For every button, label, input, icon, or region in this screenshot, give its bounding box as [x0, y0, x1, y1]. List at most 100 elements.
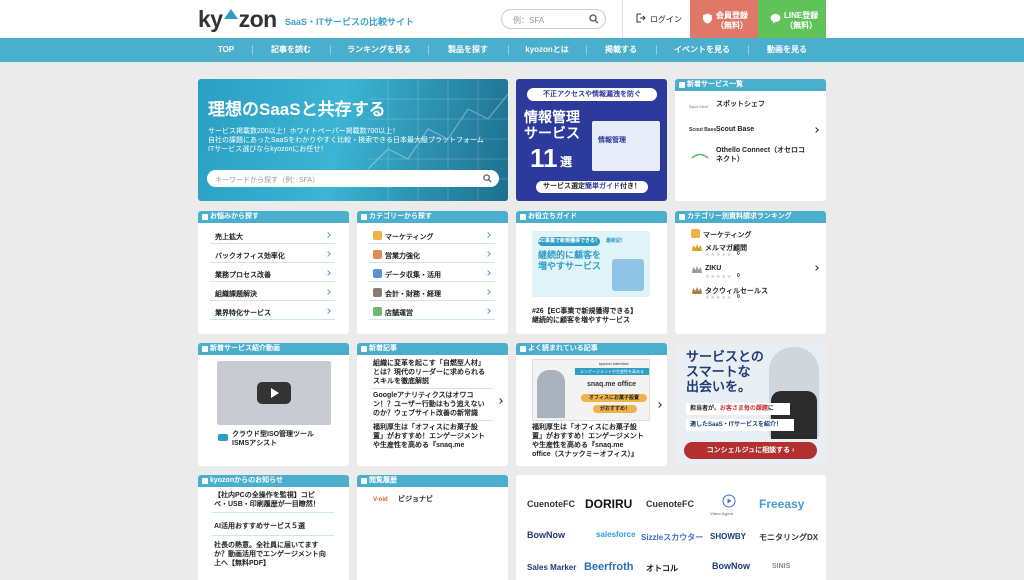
service-name[interactable]: Othello Connect（オセロコ ネクト）: [716, 146, 805, 164]
login-button[interactable]: ログイン: [622, 0, 690, 38]
popular-caption[interactable]: 福利厚生は「オフィスにお菓子設 置」がおすすめ！エンゲージメント や生産性を高め…: [532, 423, 644, 459]
security-ad-banner[interactable]: 不正アクセスや情報漏洩を防ぐ 情報管理 サービス 11 選 情報管理 サービス選定…: [516, 79, 667, 201]
search-placeholder: 例：SFA: [513, 16, 545, 25]
nav-about[interactable]: kyozonとは: [508, 38, 586, 62]
rating-stars: ★★★★★: [705, 252, 733, 258]
silver-crown-icon: [692, 266, 702, 273]
news-item[interactable]: 福利厚生は「オフィスにお菓子設 置」がおすすめ！エンゲージメント や生産性を高め…: [373, 423, 485, 450]
service-name[interactable]: スポットシェフ: [716, 100, 765, 109]
nav-articles[interactable]: 記事を読む: [252, 38, 330, 62]
worry-item[interactable]: 組織課題解決: [215, 289, 257, 299]
partner-logo[interactable]: オトコル: [646, 563, 678, 574]
history-card: 閲覧履歴 V-old ビジョナビ: [357, 475, 508, 580]
partner-logo[interactable]: Video Agent: [710, 511, 733, 516]
worry-item[interactable]: 売上拡大: [215, 232, 243, 242]
history-item[interactable]: ビジョナビ: [398, 495, 433, 504]
rating-stars: ★★★★★: [705, 295, 733, 301]
worry-item[interactable]: バックオフィス効率化: [215, 251, 285, 261]
category-item[interactable]: 営業力強化: [385, 251, 420, 261]
chevron-right-icon[interactable]: [485, 308, 491, 314]
hero-search-input[interactable]: キーワードから探す（例：SFA）: [207, 170, 499, 187]
register-button[interactable]: 会員登録 （無料）: [690, 0, 758, 38]
partner-logo[interactable]: BowNow: [712, 561, 750, 571]
service-logo: Spot Chef: [689, 104, 708, 109]
line-register-button[interactable]: LINE登録 （無料）: [758, 0, 826, 38]
partner-logo[interactable]: salesforce: [596, 530, 636, 539]
chevron-right-icon[interactable]: [656, 402, 662, 408]
store-icon: [373, 307, 382, 316]
partner-logo[interactable]: モニタリングDX: [759, 532, 818, 543]
calculator-icon: [373, 288, 382, 297]
worry-item[interactable]: 業界特化サービス: [215, 308, 271, 318]
partner-logo[interactable]: SINIS: [772, 563, 790, 570]
site-tagline: SaaS・ITサービスの比較サイト: [285, 17, 415, 27]
concierge-ad-banner[interactable]: サービスとの スマートな 出会いを。 担当者が、お客さま毎の課題に 適したSaaS・…: [675, 343, 826, 466]
gold-crown-icon: [692, 244, 702, 251]
header-search-input[interactable]: 例：SFA: [501, 9, 606, 29]
chevron-right-icon[interactable]: [325, 251, 331, 257]
news-item[interactable]: 組織に変革を起こす「自燃型人材」 とは？現代のリーダーに求められる スキルを徹底…: [373, 359, 485, 386]
nav-listing[interactable]: 掲載する: [586, 38, 656, 62]
guide-thumbnail[interactable]: EC事業で新規獲得できる！ 最新記! 継続的に顧客を 増やすサービス: [532, 231, 650, 297]
category-item[interactable]: マーケティング: [385, 232, 433, 242]
notice-item[interactable]: 社長の熱意。全社員に届いてます か？動画活用でエンゲージメント向 上へ【無料PD…: [214, 541, 326, 568]
nav-videos[interactable]: 動画を見る: [748, 38, 826, 62]
nav-events[interactable]: イベントを見る: [656, 38, 748, 62]
service-name[interactable]: Scout Base: [716, 125, 754, 134]
partner-logo[interactable]: BowNow: [527, 530, 565, 540]
category-item[interactable]: 店舗運営: [385, 308, 413, 318]
worry-item[interactable]: 業務プロセス改善: [215, 270, 271, 280]
guide-mockup-image: 情報管理: [592, 121, 660, 171]
chevron-right-icon[interactable]: [325, 232, 331, 238]
popular-thumbnail[interactable]: kyozon interview エンゲージメントや生産性を高める snaq.m…: [532, 359, 650, 421]
chevron-right-icon[interactable]: [485, 251, 491, 257]
partner-logo[interactable]: Freeasy: [759, 497, 804, 511]
shield-icon: [703, 13, 712, 24]
news-item[interactable]: Googleアナリティクスはオワコ ン！？ユーザー行動はもう追えない のか？ウェ…: [373, 391, 485, 418]
kyozon-logo[interactable]: ky zon: [198, 6, 277, 33]
chevron-right-icon[interactable]: [485, 232, 491, 238]
search-icon[interactable]: [589, 14, 599, 24]
ranking-item[interactable]: ZIKU: [705, 265, 721, 272]
partner-logo[interactable]: Sales Marker: [527, 563, 576, 572]
history-logo: V-old: [373, 497, 388, 503]
partner-logo[interactable]: CuenoteFC: [527, 499, 575, 509]
play-circle-icon: [722, 494, 736, 508]
site-header: ky zon SaaS・ITサービスの比較サイト 例：SFA ログイン 会員登録 …: [0, 0, 1024, 38]
notice-item[interactable]: AI活用おすすめサービス５選: [214, 522, 305, 531]
nav-top[interactable]: TOP: [200, 38, 252, 62]
chevron-right-icon[interactable]: [485, 270, 491, 276]
category-item[interactable]: 会計・財務・経理: [385, 289, 441, 299]
megaphone-icon: [373, 231, 382, 240]
notice-card: kyozonからのお知らせ 【社内PCの全操作を監視】コピ ペ・USB・印刷履歴…: [198, 475, 349, 580]
service-logo: Scout Base: [689, 127, 717, 133]
chevron-right-icon[interactable]: [325, 308, 331, 314]
partner-logo[interactable]: CuenoteFC: [646, 499, 694, 509]
partner-logo[interactable]: DORIRU: [585, 497, 632, 511]
concierge-consult-button[interactable]: コンシェルジュに相談する ›: [684, 442, 817, 459]
video-thumbnail[interactable]: [217, 361, 331, 425]
guide-caption[interactable]: #26【EC事業で新規獲得できる】 継続的に顧客を増やすサービス: [532, 307, 637, 325]
video-title[interactable]: クラウド型ISO管理ツール ISMSアシスト: [232, 430, 314, 448]
hero-description: サービス掲載数200以上！ホワイトペーパー掲載数700以上！ 自社の課題にあった…: [208, 128, 484, 153]
chevron-right-icon[interactable]: [813, 127, 819, 133]
chevron-right-icon[interactable]: [325, 270, 331, 276]
megaphone-icon: [691, 229, 700, 238]
chevron-right-icon[interactable]: [497, 398, 503, 404]
nav-ranking[interactable]: ランキングを見る: [330, 38, 428, 62]
card-header: 新着サービス一覧: [675, 79, 826, 91]
nav-products[interactable]: 製品を探す: [428, 38, 508, 62]
partner-logo[interactable]: Sizzleスカウター: [641, 532, 703, 543]
ranking-category[interactable]: マーケティング: [703, 230, 751, 240]
notice-item[interactable]: 【社内PCの全操作を監視】コピ ペ・USB・印刷履歴が一目瞭然！: [214, 491, 320, 509]
partner-logo[interactable]: Beerfroth: [584, 561, 634, 573]
video-card: 新着サービス紹介動画 クラウド型ISO管理ツール ISMSアシスト: [198, 343, 349, 466]
chevron-right-icon[interactable]: [813, 265, 819, 271]
chevron-right-icon[interactable]: [325, 289, 331, 295]
chevron-right-icon[interactable]: [485, 289, 491, 295]
category-card: カテゴリーから探す マーケティング 営業力強化 データ収集・活用 会計・財務・経…: [357, 211, 508, 334]
search-icon[interactable]: [483, 174, 492, 183]
partner-logo[interactable]: SHOWBY: [710, 532, 746, 541]
line-chat-icon: [770, 13, 781, 24]
category-item[interactable]: データ収集・活用: [385, 270, 441, 280]
